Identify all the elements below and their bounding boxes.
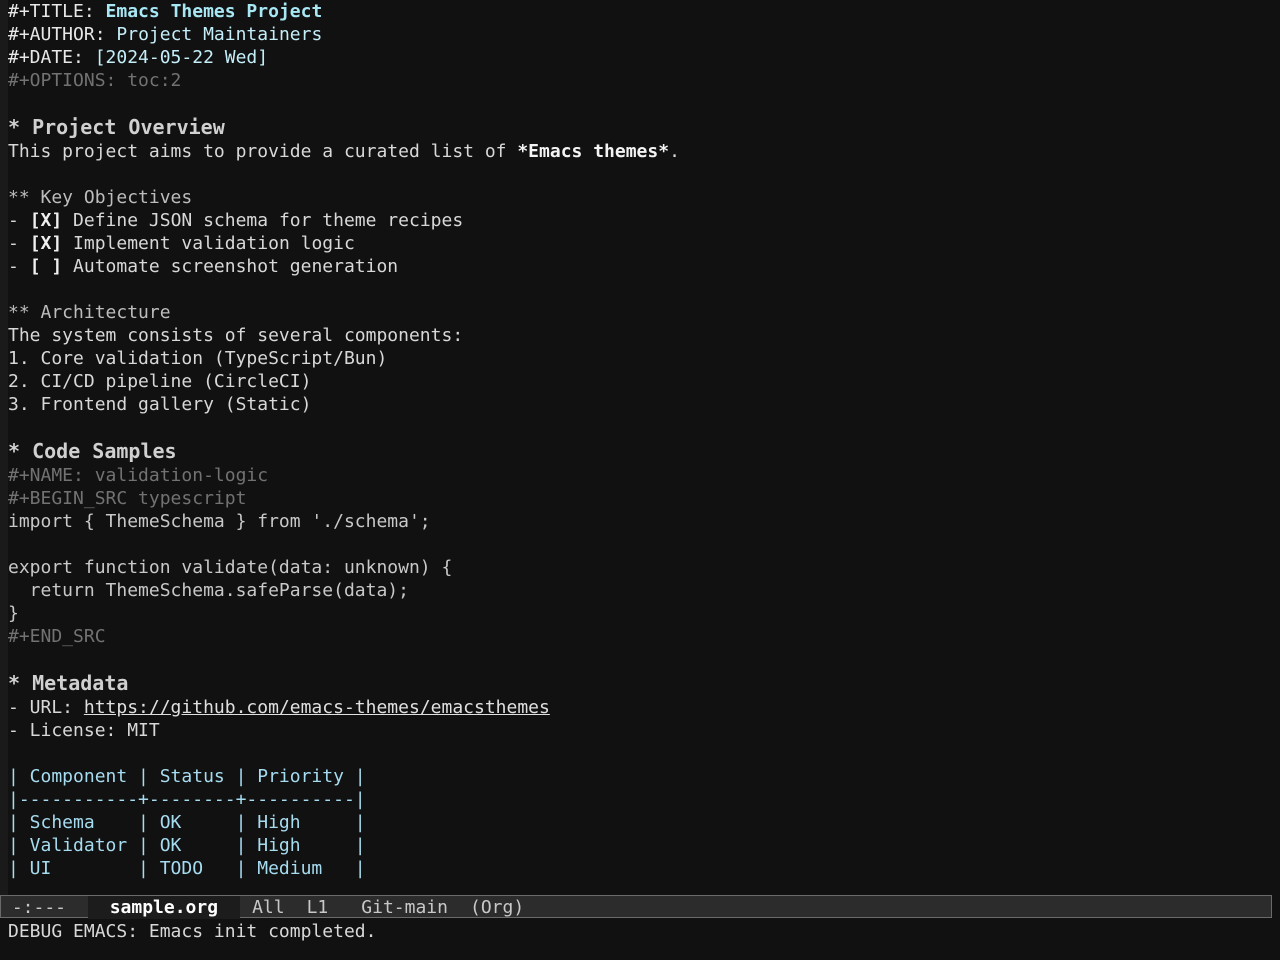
title-line: #+TITLE: Emacs Themes Project: [8, 0, 1272, 23]
options-line: #+OPTIONS: toc:2: [8, 70, 182, 91]
checkbox[interactable]: [X]: [30, 233, 63, 254]
overview-text: This project aims to provide a curated l…: [8, 141, 680, 162]
echo-area: DEBUG EMACS: Emacs init completed.: [8, 921, 377, 942]
date-keyword: #+DATE:: [8, 47, 84, 68]
code-line: }: [8, 603, 19, 624]
architecture-intro: The system consists of several component…: [8, 325, 464, 346]
scroll-position: All: [252, 897, 285, 918]
heading-project-overview[interactable]: * Project Overview: [8, 115, 1272, 140]
src-name-line: #+NAME: validation-logic: [8, 465, 269, 486]
major-mode[interactable]: (Org): [448, 896, 524, 919]
begin-src-line: #+BEGIN_SRC typescript: [8, 488, 247, 509]
table-separator: |-----------+--------+----------|: [8, 789, 366, 810]
heading-metadata[interactable]: * Metadata: [8, 671, 1272, 696]
checklist-item[interactable]: - [X] Define JSON schema for theme recip…: [8, 209, 1272, 232]
table-header-row[interactable]: | Component | Status | Priority |: [8, 765, 1272, 788]
code-line: return ThemeSchema.safeParse(data);: [8, 580, 409, 601]
list-item: 1. Core validation (TypeScript/Bun): [8, 348, 388, 369]
checkbox[interactable]: [ ]: [30, 256, 63, 277]
checkbox[interactable]: [X]: [30, 210, 63, 231]
date-line: #+DATE: [2024-05-22 Wed]: [8, 46, 1272, 69]
doc-date: [2024-05-22 Wed]: [94, 47, 269, 68]
author-line: #+AUTHOR: Project Maintainers: [8, 23, 1272, 46]
org-buffer[interactable]: #+TITLE: Emacs Themes Project #+AUTHOR: …: [8, 0, 1272, 895]
buffer-status: -:---: [1, 897, 88, 918]
table-row[interactable]: | UI | TODO | Medium |: [8, 857, 1272, 880]
doc-author: Project Maintainers: [116, 24, 323, 45]
left-fringe: [0, 0, 8, 895]
code-line: import { ThemeSchema } from './schema';: [8, 511, 431, 532]
line-number: L1: [306, 897, 329, 918]
code-line: export function validate(data: unknown) …: [8, 557, 453, 578]
list-item: 3. Frontend gallery (Static): [8, 394, 312, 415]
heading-architecture[interactable]: ** Architecture: [8, 301, 1272, 324]
github-link[interactable]: https://github.com/emacs-themes/emacsthe…: [84, 697, 550, 718]
heading-code-samples[interactable]: * Code Samples: [8, 439, 1272, 464]
title-keyword: #+TITLE:: [8, 1, 95, 22]
buffer-name[interactable]: sample.org: [87, 896, 241, 919]
vc-branch[interactable]: Git-main: [328, 896, 448, 919]
list-item: 2. CI/CD pipeline (CircleCI): [8, 371, 312, 392]
end-src-line: #+END_SRC: [8, 626, 106, 647]
bold-emphasis: *Emacs themes*: [517, 141, 670, 162]
checklist-item[interactable]: - [X] Implement validation logic: [8, 232, 1272, 255]
doc-title: Emacs Themes Project: [105, 1, 323, 22]
table-row[interactable]: | Validator | OK | High |: [8, 834, 1272, 857]
emacs-frame: #+TITLE: Emacs Themes Project #+AUTHOR: …: [0, 0, 1280, 960]
url-line: - URL: https://github.com/emacs-themes/e…: [8, 697, 550, 718]
author-keyword: #+AUTHOR:: [8, 24, 106, 45]
mode-line[interactable]: -:--- sample.org All L1 Git-main (Org): [0, 895, 1272, 919]
license-line: - License: MIT: [8, 720, 160, 741]
table-row[interactable]: | Schema | OK | High |: [8, 811, 1272, 834]
checklist-item[interactable]: - [ ] Automate screenshot generation: [8, 255, 1272, 278]
heading-key-objectives[interactable]: ** Key Objectives: [8, 186, 1272, 209]
